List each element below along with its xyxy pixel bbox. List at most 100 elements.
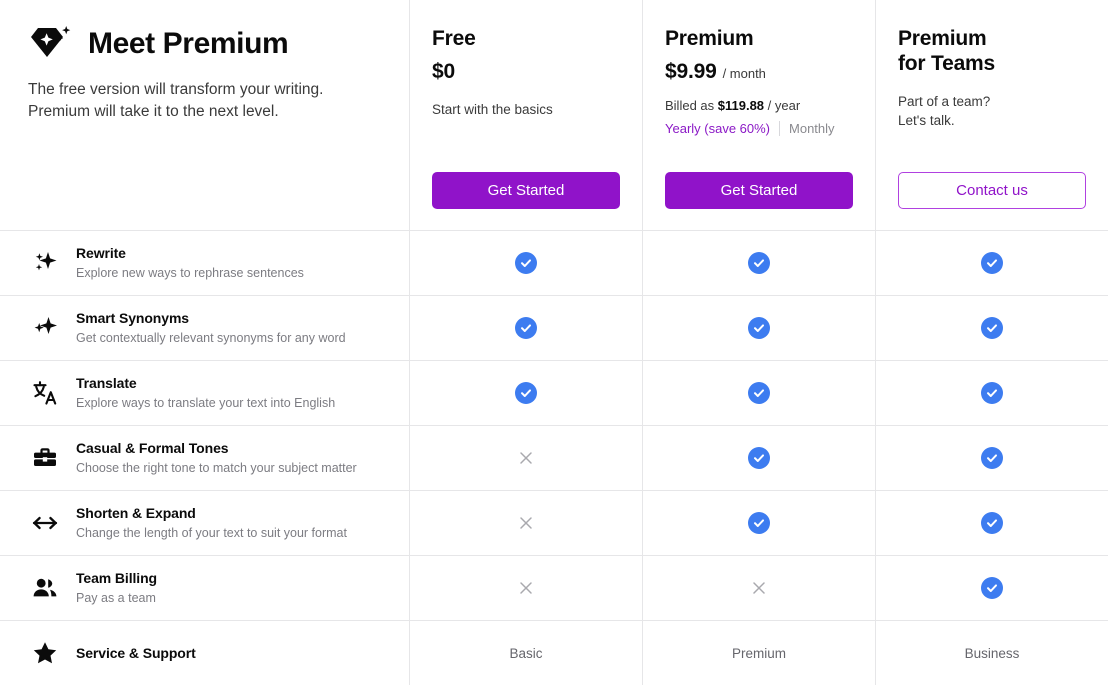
check-icon	[981, 317, 1003, 339]
feature-text: Team Billing Pay as a team	[76, 570, 157, 606]
toggle-option-monthly[interactable]: Monthly	[789, 121, 835, 136]
value-cell-premium	[642, 426, 875, 490]
feature-cell: Rewrite Explore new ways to rephrase sen…	[0, 231, 409, 295]
check-icon	[748, 512, 770, 534]
hero-title-row: Meet Premium	[28, 24, 381, 64]
feature-text: Shorten & Expand Change the length of yo…	[76, 505, 347, 541]
value-cell-free	[409, 361, 642, 425]
plan-tagline-teams: Part of a team? Let's talk.	[898, 92, 1086, 130]
plan-tagline-teams-line-1: Part of a team?	[898, 94, 991, 109]
cross-icon	[753, 582, 765, 594]
value-cell-free	[409, 491, 642, 555]
feature-title: Shorten & Expand	[76, 505, 196, 521]
feature-comparison-table: Rewrite Explore new ways to rephrase sen…	[0, 230, 1108, 685]
table-row: Smart Synonyms Get contextually relevant…	[0, 295, 1108, 360]
feature-cell: Shorten & Expand Change the length of yo…	[0, 491, 409, 555]
toolbox-icon	[30, 443, 60, 473]
hero-subtitle: The free version will transform your wri…	[28, 79, 381, 123]
value-cell-premium	[642, 361, 875, 425]
table-row: Casual & Formal Tones Choose the right t…	[0, 425, 1108, 490]
plan-name-teams-line-2: for Teams	[898, 52, 996, 75]
check-icon	[981, 447, 1003, 469]
table-row: Team Billing Pay as a team	[0, 555, 1108, 620]
plan-tagline-free: Start with the basics	[432, 102, 553, 117]
plan-cta-premium: Get Started	[665, 172, 853, 209]
support-tier-free: Basic	[509, 645, 543, 661]
plan-billed-premium: Billed as $119.88 / year	[665, 98, 853, 113]
value-cell-free: Basic	[409, 621, 642, 685]
feature-title: Smart Synonyms	[76, 310, 189, 326]
feature-text: Smart Synonyms Get contextually relevant…	[76, 310, 346, 346]
support-tier-premium: Premium	[731, 645, 786, 661]
hero-subtitle-line-2: Premium will take it to the next level.	[28, 103, 279, 120]
toggle-option-yearly[interactable]: Yearly (save 60%)	[665, 121, 770, 136]
plan-name-teams: Premium for Teams	[898, 26, 1086, 76]
plan-cta-free: Get Started	[432, 172, 620, 209]
value-cell-premium	[642, 231, 875, 295]
check-icon	[981, 512, 1003, 534]
value-cell-premium	[642, 491, 875, 555]
feature-title: Team Billing	[76, 570, 157, 586]
star-icon	[30, 638, 60, 668]
feature-text: Service & Support	[76, 645, 196, 662]
feature-text: Casual & Formal Tones Choose the right t…	[76, 440, 357, 476]
feature-text: Translate Explore ways to translate your…	[76, 375, 335, 411]
cross-icon	[520, 517, 532, 529]
sparkles-icon	[30, 313, 60, 343]
feature-cell: Translate Explore ways to translate your…	[0, 361, 409, 425]
value-cell-free	[409, 556, 642, 620]
check-icon	[981, 382, 1003, 404]
check-icon	[748, 447, 770, 469]
feature-description: Explore ways to translate your text into…	[76, 396, 336, 410]
feature-cell: Service & Support	[0, 621, 409, 685]
hero-section: Meet Premium The free version will trans…	[0, 0, 409, 230]
feature-title: Translate	[76, 375, 137, 391]
table-row: Translate Explore ways to translate your…	[0, 360, 1108, 425]
check-icon	[748, 252, 770, 274]
plan-name-free: Free	[432, 27, 476, 50]
plan-column-teams: Premium for Teams Part of a team? Let's …	[875, 0, 1108, 230]
check-icon	[515, 317, 537, 339]
sparkles-icon	[30, 248, 60, 278]
value-cell-free	[409, 426, 642, 490]
plan-price-free: $0	[432, 60, 455, 83]
plan-headers: Free $0 Start with the basics Get Starte…	[409, 0, 1108, 230]
gem-sparkle-icon	[31, 26, 71, 57]
value-cell-premium: Premium	[642, 621, 875, 685]
billed-prefix: Billed as	[665, 98, 718, 113]
feature-description: Pay as a team	[76, 591, 156, 605]
value-cell-free	[409, 296, 642, 360]
billing-period-toggle: Yearly (save 60%) Monthly	[665, 121, 853, 136]
plan-price-row-premium: $9.99 / month	[665, 60, 853, 84]
value-cell-teams	[875, 556, 1108, 620]
feature-text: Rewrite Explore new ways to rephrase sen…	[76, 245, 304, 281]
plan-name-premium: Premium	[665, 27, 754, 50]
premium-pricing-page: Meet Premium The free version will trans…	[0, 0, 1108, 695]
cross-icon	[520, 452, 532, 464]
translate-icon	[30, 378, 60, 408]
check-icon	[515, 382, 537, 404]
plan-tagline-teams-line-2: Let's talk.	[898, 113, 955, 128]
value-cell-free	[409, 231, 642, 295]
page-title: Meet Premium	[88, 27, 289, 60]
value-cell-teams	[875, 361, 1108, 425]
feature-cell: Casual & Formal Tones Choose the right t…	[0, 426, 409, 490]
support-tier-teams: Business	[964, 645, 1020, 661]
value-cell-teams	[875, 231, 1108, 295]
check-icon	[748, 382, 770, 404]
feature-title: Casual & Formal Tones	[76, 440, 229, 456]
contact-us-button[interactable]: Contact us	[898, 172, 1086, 209]
plan-cta-teams: Contact us	[898, 172, 1086, 209]
feature-description: Choose the right tone to match your subj…	[76, 461, 357, 475]
value-cell-premium	[642, 556, 875, 620]
get-started-button-premium[interactable]: Get Started	[665, 172, 853, 209]
value-cell-teams: Business	[875, 621, 1108, 685]
cross-icon	[520, 582, 532, 594]
plan-price-row-free: $0	[432, 60, 620, 84]
plan-price-premium: $9.99	[665, 60, 717, 83]
feature-title: Service & Support	[76, 644, 196, 661]
plan-name-teams-line-1: Premium	[898, 27, 987, 50]
hero-subtitle-line-1: The free version will transform your wri…	[28, 81, 324, 98]
feature-cell: Team Billing Pay as a team	[0, 556, 409, 620]
get-started-button-free[interactable]: Get Started	[432, 172, 620, 209]
